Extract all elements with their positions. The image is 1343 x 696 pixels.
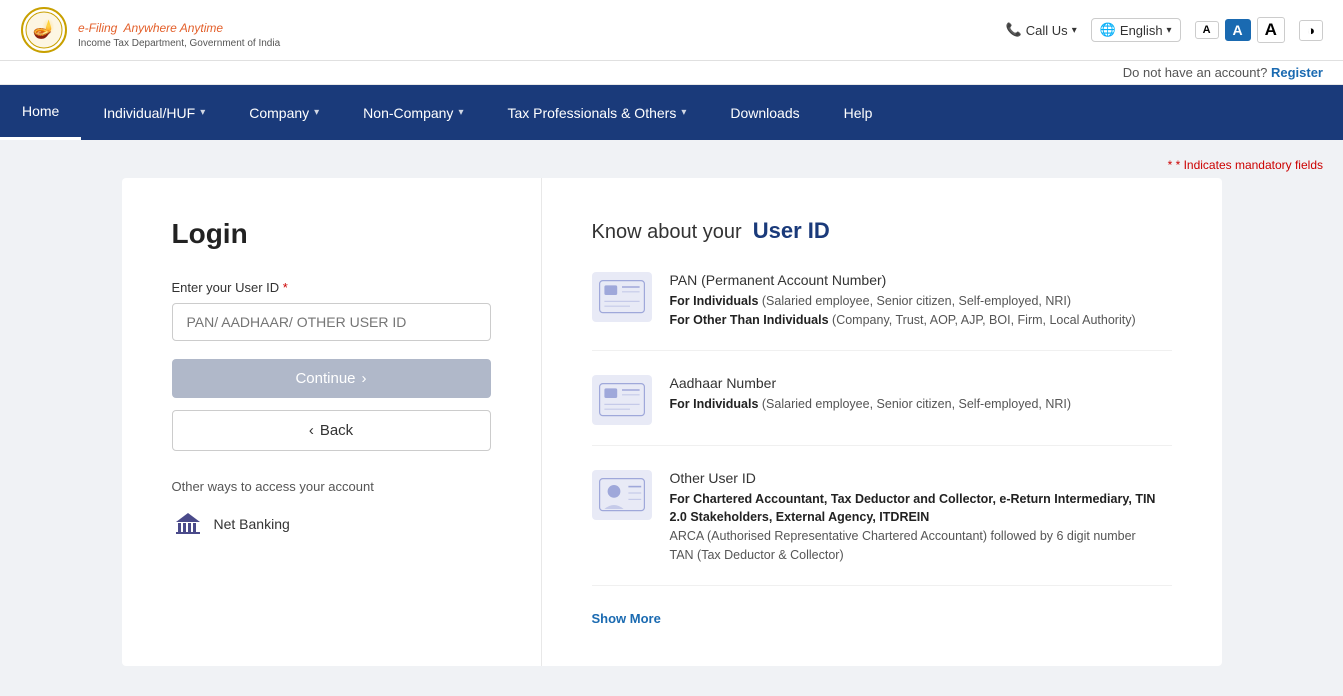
- nav-taxprofessionals-label: Tax Professionals & Others: [507, 105, 676, 121]
- top-bar-utilities: 📞 Call Us ▾ 🌐 English ▾ A A A ◑: [1006, 17, 1323, 43]
- content-card: Login Enter your User ID * Continue › ‹ …: [122, 178, 1222, 666]
- continue-arrow-icon: ›: [362, 370, 367, 387]
- account-question-text: Do not have an account?: [1123, 65, 1268, 80]
- contrast-toggle-button[interactable]: ◑: [1299, 20, 1323, 41]
- logo-title: e-Filing Anywhere Anytime: [78, 12, 280, 38]
- individual-chevron-icon: ▾: [200, 107, 205, 118]
- svg-text:🪔: 🪔: [33, 18, 55, 39]
- india-emblem-icon: 🪔: [20, 6, 68, 54]
- nav-downloads-label: Downloads: [730, 105, 799, 121]
- nav-company-label: Company: [249, 105, 309, 121]
- call-us-button[interactable]: 📞 Call Us ▾: [1006, 22, 1077, 38]
- aadhaar-type-label: Aadhaar Number: [670, 375, 1172, 391]
- pan-desc: For Individuals (Salaried employee, Seni…: [670, 292, 1172, 330]
- nav-item-taxprofessionals[interactable]: Tax Professionals & Others ▾: [485, 85, 708, 140]
- font-large-button[interactable]: A: [1257, 17, 1285, 43]
- company-chevron-icon: ▾: [314, 107, 319, 118]
- show-more-link[interactable]: Show More: [592, 611, 661, 626]
- mandatory-note: * * Indicates mandatory fields: [20, 150, 1323, 178]
- taxprofessionals-chevron-icon: ▾: [681, 107, 686, 118]
- navigation-bar: Home Individual/HUF ▾ Company ▾ Non-Comp…: [0, 85, 1343, 140]
- other-userid-desc: For Chartered Accountant, Tax Deductor a…: [670, 490, 1172, 565]
- pan-icon: [592, 272, 652, 322]
- call-us-label: Call Us: [1026, 23, 1068, 38]
- user-id-input[interactable]: [172, 303, 491, 341]
- aadhaar-info-item: Aadhaar Number For Individuals (Salaried…: [592, 375, 1172, 446]
- other-userid-icon: [592, 470, 652, 520]
- know-userid-text: User ID: [753, 218, 830, 243]
- bank-icon: [172, 508, 204, 540]
- account-bar: Do not have an account? Register: [0, 61, 1343, 85]
- nav-item-help[interactable]: Help: [822, 85, 895, 140]
- pan-type-label: PAN (Permanent Account Number): [670, 272, 1172, 288]
- top-bar: 🪔 e-Filing Anywhere Anytime Income Tax D…: [0, 0, 1343, 61]
- other-ways-title: Other ways to access your account: [172, 479, 491, 494]
- net-banking-label: Net Banking: [214, 516, 290, 532]
- font-small-button[interactable]: A: [1195, 21, 1219, 39]
- user-id-label: Enter your User ID *: [172, 280, 491, 295]
- other-userid-info-item: Other User ID For Chartered Accountant, …: [592, 470, 1172, 586]
- lang-chevron-icon: ▾: [1167, 25, 1172, 36]
- continue-button[interactable]: Continue ›: [172, 359, 491, 398]
- aadhaar-icon: [592, 375, 652, 425]
- bank-building-icon: [174, 510, 202, 538]
- net-banking-button[interactable]: Net Banking: [172, 508, 491, 540]
- aadhaar-desc: For Individuals (Salaried employee, Seni…: [670, 395, 1172, 414]
- register-link[interactable]: Register: [1271, 65, 1323, 80]
- nav-noncompany-label: Non-Company: [363, 105, 453, 121]
- logo-tagline: Anywhere Anytime: [123, 21, 223, 35]
- logo-subtitle: Income Tax Department, Government of Ind…: [78, 38, 280, 49]
- logo-area: 🪔 e-Filing Anywhere Anytime Income Tax D…: [20, 6, 280, 54]
- nav-help-label: Help: [844, 105, 873, 121]
- aadhaar-info-content: Aadhaar Number For Individuals (Salaried…: [670, 375, 1172, 425]
- login-section: Login Enter your User ID * Continue › ‹ …: [122, 178, 542, 666]
- pan-info-content: PAN (Permanent Account Number) For Indiv…: [670, 272, 1172, 330]
- language-selector[interactable]: 🌐 English ▾: [1091, 18, 1181, 42]
- nav-item-individual[interactable]: Individual/HUF ▾: [81, 85, 227, 140]
- logo-title-text: e-Filing: [78, 21, 117, 35]
- language-label: English: [1120, 23, 1163, 38]
- nav-item-company[interactable]: Company ▾: [227, 85, 341, 140]
- call-chevron-icon: ▾: [1072, 25, 1077, 36]
- logo-text: e-Filing Anywhere Anytime Income Tax Dep…: [78, 12, 280, 49]
- globe-icon: 🌐: [1100, 22, 1116, 38]
- nav-item-noncompany[interactable]: Non-Company ▾: [341, 85, 485, 140]
- nav-home-label: Home: [22, 103, 59, 119]
- nav-individual-label: Individual/HUF: [103, 105, 195, 121]
- login-title: Login: [172, 218, 491, 250]
- know-title: Know about your User ID: [592, 218, 1172, 244]
- font-medium-button[interactable]: A: [1225, 19, 1251, 41]
- font-controls: A A A: [1195, 17, 1285, 43]
- phone-icon: 📞: [1006, 22, 1022, 38]
- pan-info-item: PAN (Permanent Account Number) For Indiv…: [592, 272, 1172, 351]
- noncompany-chevron-icon: ▾: [458, 107, 463, 118]
- back-button[interactable]: ‹ Back: [172, 410, 491, 451]
- know-section: Know about your User ID PAN (Per: [542, 178, 1222, 666]
- main-area: * * Indicates mandatory fields Login Ent…: [0, 140, 1343, 696]
- nav-item-downloads[interactable]: Downloads: [708, 85, 821, 140]
- other-userid-info-content: Other User ID For Chartered Accountant, …: [670, 470, 1172, 565]
- nav-item-home[interactable]: Home: [0, 85, 81, 140]
- back-chevron-icon: ‹: [309, 422, 314, 439]
- other-userid-type-label: Other User ID: [670, 470, 1172, 486]
